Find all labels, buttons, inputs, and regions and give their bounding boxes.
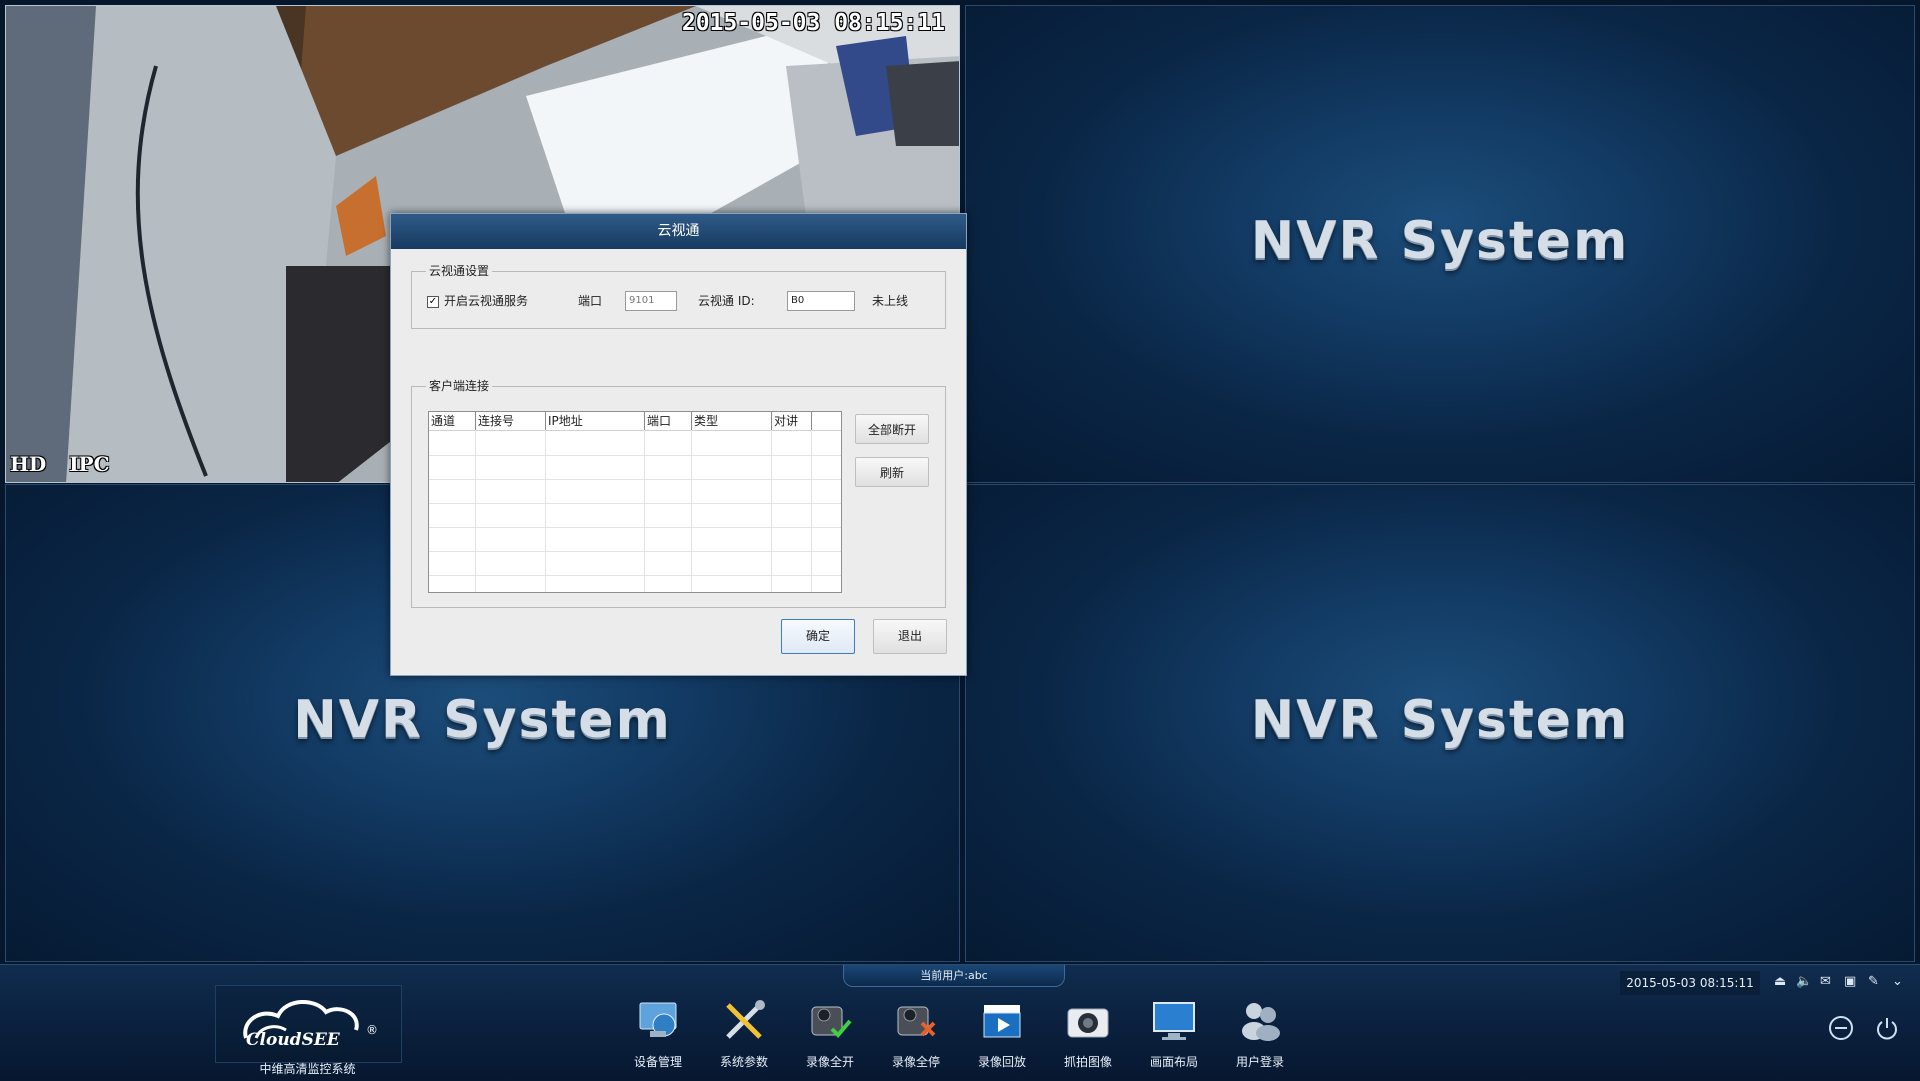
snapshot-button[interactable]: 抓拍图像 xyxy=(1048,999,1128,1070)
record-all-on-button[interactable]: 录像全开 xyxy=(790,999,870,1070)
table-row[interactable] xyxy=(429,455,841,480)
dialog-title[interactable]: 云视通 xyxy=(391,214,966,249)
cloudsee-dialog: 云视通 云视通设置 ✓ 开启云视通服务 端口 9101 云视通 ID: B0 未… xyxy=(390,213,967,676)
osd-timestamp: 2015-05-03 08:15:11 xyxy=(681,10,945,36)
record-all-stop-icon xyxy=(892,999,940,1043)
client-table[interactable]: 通道 连接号 IP地址 端口 类型 对讲 xyxy=(428,411,842,593)
ok-button[interactable]: 确定 xyxy=(781,619,855,654)
record-all-stop-button[interactable]: 录像全停 xyxy=(876,999,956,1070)
tool-label: 抓拍图像 xyxy=(1063,1055,1112,1069)
layout-icon xyxy=(1150,999,1198,1043)
settings-group-label: 云视通设置 xyxy=(426,264,493,278)
col-type[interactable]: 类型 xyxy=(692,412,772,430)
device-manage-icon xyxy=(634,999,682,1043)
table-row[interactable] xyxy=(429,551,841,576)
exit-button[interactable]: 退出 xyxy=(873,619,947,654)
tool-label: 设备管理 xyxy=(633,1055,682,1069)
osd-camera-tag: HD IPC xyxy=(10,452,110,476)
network-icon[interactable]: ▣ xyxy=(1844,974,1856,989)
brand-logo-text: CloudSEE xyxy=(246,1030,340,1050)
tool-label: 用户登录 xyxy=(1235,1055,1284,1069)
camera-pane-4[interactable]: NVR System xyxy=(965,484,1915,962)
system-params-button[interactable]: 系统参数 xyxy=(704,999,784,1070)
user-login-button[interactable]: 用户登录 xyxy=(1220,999,1300,1070)
tool-label: 画面布局 xyxy=(1149,1055,1198,1069)
brand-label: 中维高清监控系统 xyxy=(259,1062,356,1076)
table-row[interactable] xyxy=(429,431,841,456)
playback-button[interactable]: 录像回放 xyxy=(962,999,1042,1070)
refresh-button[interactable]: 刷新 xyxy=(855,457,929,487)
mail-icon[interactable]: ✉ xyxy=(1820,974,1831,989)
online-status: 未上线 xyxy=(872,294,909,308)
settings-group: 云视通设置 ✓ 开启云视通服务 端口 9101 云视通 ID: B0 未上线 xyxy=(411,264,946,329)
svg-text:®: ® xyxy=(366,1023,378,1037)
tool-label: 系统参数 xyxy=(719,1055,768,1069)
user-login-icon xyxy=(1236,999,1284,1043)
snapshot-icon xyxy=(1064,999,1112,1043)
system-clock: 2015-05-03 08:15:11 xyxy=(1620,971,1760,995)
clients-group-label: 客户端连接 xyxy=(426,379,493,393)
table-row[interactable] xyxy=(429,503,841,528)
port-label: 端口 xyxy=(578,294,603,308)
tool-label: 录像全开 xyxy=(805,1055,854,1069)
power-icon[interactable] xyxy=(1874,1015,1900,1041)
pane-placeholder: NVR System xyxy=(1250,211,1630,271)
cloud-id-field[interactable]: B0 xyxy=(787,291,855,311)
col-ip-address[interactable]: IP地址 xyxy=(546,412,645,430)
playback-icon xyxy=(978,999,1026,1043)
col-channel[interactable]: 通道 xyxy=(429,412,476,430)
layout-button[interactable]: 画面布局 xyxy=(1134,999,1214,1070)
taskbar: 当前用户:abc 2015-05-03 08:15:11 ⏏ 🔈 ✉ ▣ ✎ ⌄… xyxy=(0,964,1920,1081)
system-params-icon xyxy=(720,999,768,1043)
tool-label: 录像回放 xyxy=(977,1055,1026,1069)
camera-pane-2[interactable]: NVR System xyxy=(965,5,1915,483)
col-port[interactable]: 端口 xyxy=(645,412,692,430)
cloudsee-logo: ® CloudSEE xyxy=(215,985,402,1063)
chevron-down-icon[interactable]: ⌄ xyxy=(1892,974,1903,989)
col-talk[interactable]: 对讲 xyxy=(772,412,812,430)
record-all-on-icon xyxy=(806,999,854,1043)
volume-icon[interactable]: 🔈 xyxy=(1796,974,1812,989)
pin-icon[interactable]: ✎ xyxy=(1868,974,1879,989)
table-header: 通道 连接号 IP地址 端口 类型 对讲 xyxy=(429,412,841,431)
port-field[interactable]: 9101 xyxy=(625,291,677,311)
current-user: 当前用户:abc xyxy=(843,965,1065,987)
device-manage-button[interactable]: 设备管理 xyxy=(618,999,698,1070)
enable-service-label: 开启云视通服务 xyxy=(444,294,529,308)
enable-service-checkbox[interactable]: ✓ xyxy=(427,296,439,308)
pane-placeholder: NVR System xyxy=(1250,690,1630,750)
col-connection-no[interactable]: 连接号 xyxy=(476,412,546,430)
eject-icon[interactable]: ⏏ xyxy=(1774,974,1786,989)
cloud-logo-icon: ® xyxy=(243,999,378,1039)
tool-label: 录像全停 xyxy=(891,1055,940,1069)
clients-group: 客户端连接 通道 连接号 IP地址 端口 类型 对讲 全部断开 刷新 xyxy=(411,379,946,608)
minimize-icon[interactable] xyxy=(1828,1015,1854,1041)
cloud-id-label: 云视通 ID: xyxy=(698,294,755,308)
table-row[interactable] xyxy=(429,527,841,552)
pane-placeholder: NVR System xyxy=(293,690,672,750)
table-row[interactable] xyxy=(429,479,841,504)
disconnect-all-button[interactable]: 全部断开 xyxy=(855,414,929,444)
